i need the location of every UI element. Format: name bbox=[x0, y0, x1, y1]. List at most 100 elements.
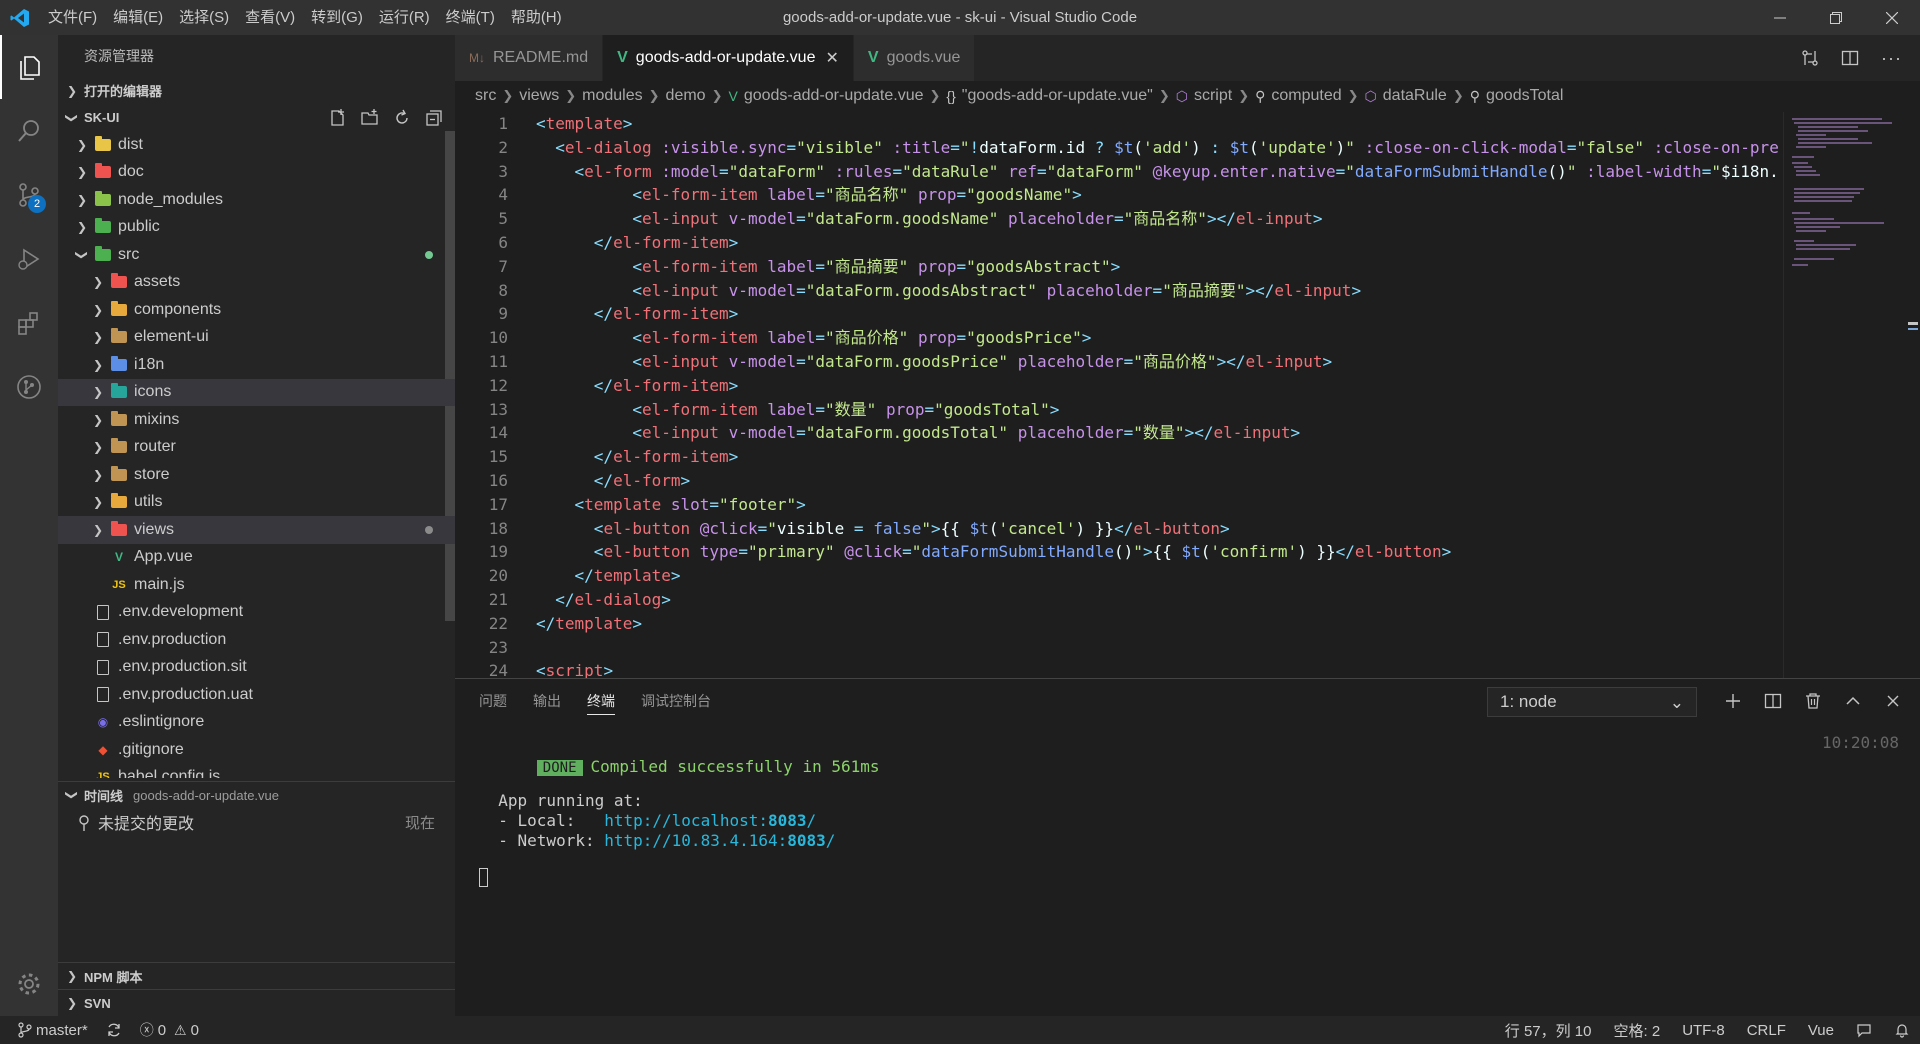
breadcrumb-item[interactable]: views bbox=[519, 87, 559, 105]
tab-readme[interactable]: M↓ README.md bbox=[455, 35, 604, 81]
breadcrumb-item[interactable]: computed bbox=[1271, 87, 1341, 105]
language-mode[interactable]: Vue bbox=[1808, 1022, 1834, 1039]
close-panel-icon[interactable] bbox=[1884, 692, 1902, 710]
tree-item[interactable]: ❯ icons bbox=[58, 378, 455, 406]
run-debug-icon[interactable] bbox=[0, 227, 58, 291]
settings-gear-icon[interactable] bbox=[0, 952, 58, 1016]
maximize-panel-icon[interactable] bbox=[1844, 692, 1862, 710]
tree-item[interactable]: .env.development bbox=[58, 599, 455, 627]
feedback-icon[interactable] bbox=[1856, 1022, 1872, 1038]
menu-selection[interactable]: 选择(S) bbox=[171, 0, 237, 35]
menu-go[interactable]: 转到(G) bbox=[303, 0, 371, 35]
tree-item[interactable]: .env.production.uat bbox=[58, 681, 455, 709]
tab-debug-console[interactable]: 调试控制台 bbox=[641, 679, 711, 723]
menu-run[interactable]: 运行(R) bbox=[371, 0, 438, 35]
explorer-icon[interactable] bbox=[0, 35, 58, 99]
terminal-output[interactable]: DONE Compiled successfully in 561ms 10:20… bbox=[479, 731, 1899, 887]
indentation[interactable]: 空格: 2 bbox=[1614, 1020, 1661, 1041]
tree-item[interactable]: ❯ public bbox=[58, 214, 455, 242]
encoding[interactable]: UTF-8 bbox=[1682, 1022, 1725, 1039]
tab-output[interactable]: 输出 bbox=[533, 679, 561, 723]
tree-item[interactable]: V App.vue bbox=[58, 544, 455, 572]
tree-item[interactable]: JS babel.config.js bbox=[58, 764, 455, 778]
code-token: placeholder bbox=[1008, 209, 1115, 229]
tree-item[interactable]: ❯ element-ui bbox=[58, 324, 455, 352]
compare-changes-icon[interactable] bbox=[1801, 49, 1819, 67]
restore-button[interactable] bbox=[1808, 0, 1864, 35]
tree-item[interactable]: .env.production bbox=[58, 626, 455, 654]
minimize-button[interactable] bbox=[1752, 0, 1808, 35]
chevron-right-icon: ❯ bbox=[1158, 88, 1170, 103]
tree-item[interactable]: ❯ node_modules bbox=[58, 186, 455, 214]
network-url[interactable]: http://10.83.4.164:8083/ bbox=[604, 831, 835, 850]
collapse-all-icon[interactable] bbox=[425, 109, 443, 127]
refresh-icon[interactable] bbox=[393, 109, 411, 127]
new-terminal-icon[interactable] bbox=[1724, 692, 1742, 710]
npm-scripts-section[interactable]: ❯ NPM 脚本 bbox=[58, 962, 455, 989]
close-window-button[interactable] bbox=[1864, 0, 1920, 35]
cursor-position[interactable]: 行 57，列 10 bbox=[1505, 1020, 1592, 1041]
extensions-icon[interactable] bbox=[0, 291, 58, 355]
menu-terminal[interactable]: 终端(T) bbox=[438, 0, 503, 35]
line-ending[interactable]: CRLF bbox=[1747, 1022, 1786, 1039]
project-section[interactable]: ❯ SK-UI bbox=[58, 104, 455, 131]
split-terminal-icon[interactable] bbox=[1764, 692, 1782, 710]
menu-edit[interactable]: 编辑(E) bbox=[105, 0, 171, 35]
breadcrumb-item[interactable]: "goods-add-or-update.vue" bbox=[962, 87, 1153, 105]
tree-item[interactable]: ◆ .gitignore bbox=[58, 736, 455, 764]
tree-item[interactable]: JS main.js bbox=[58, 571, 455, 599]
timeline-section[interactable]: ❯ 时间线 goods-add-or-update.vue bbox=[58, 781, 455, 808]
split-editor-icon[interactable] bbox=[1841, 49, 1859, 67]
close-icon[interactable]: ✕ bbox=[825, 48, 838, 68]
tree-item[interactable]: ◉ .eslintignore bbox=[58, 709, 455, 737]
menu-view[interactable]: 查看(V) bbox=[237, 0, 303, 35]
minimap[interactable] bbox=[1783, 112, 1905, 678]
tab-problems[interactable]: 问题 bbox=[479, 679, 507, 723]
tab-terminal[interactable]: 终端 bbox=[587, 679, 615, 723]
code-editor[interactable]: 1 <template> 2 <el-dialog :visible.sync="v… bbox=[455, 112, 1783, 678]
local-url[interactable]: http://localhost:8083/ bbox=[604, 811, 816, 830]
breadcrumb-item[interactable]: modules bbox=[582, 87, 642, 105]
breadcrumb-item[interactable]: goodsTotal bbox=[1486, 87, 1563, 105]
terminal-select[interactable]: 1: node ⌄ bbox=[1487, 687, 1697, 717]
tree-item[interactable]: ❯ store bbox=[58, 461, 455, 489]
menu-file[interactable]: 文件(F) bbox=[40, 0, 105, 35]
new-folder-icon[interactable] bbox=[361, 108, 379, 127]
tree-item[interactable]: ❯ src bbox=[58, 241, 455, 269]
svn-section[interactable]: ❯ SVN bbox=[58, 989, 455, 1016]
trash-icon[interactable] bbox=[1804, 692, 1822, 710]
tree-item[interactable]: ❯ utils bbox=[58, 489, 455, 517]
new-file-icon[interactable] bbox=[329, 108, 347, 127]
source-control-icon[interactable]: 2 bbox=[0, 163, 58, 227]
tree-item[interactable]: ❯ assets bbox=[58, 269, 455, 297]
breadcrumb-item[interactable]: script bbox=[1194, 87, 1232, 105]
branch-status[interactable]: master* bbox=[18, 1022, 88, 1039]
tree-item[interactable]: ❯ router bbox=[58, 434, 455, 462]
sync-button[interactable] bbox=[106, 1022, 122, 1038]
tree-item[interactable]: .env.production.sit bbox=[58, 654, 455, 682]
menu-help[interactable]: 帮助(H) bbox=[503, 0, 570, 35]
problems-status[interactable]: ⓧ 0 ⚠ 0 bbox=[140, 1020, 199, 1040]
search-icon[interactable] bbox=[0, 99, 58, 163]
bell-icon[interactable] bbox=[1894, 1022, 1910, 1038]
breadcrumb-item[interactable]: demo bbox=[666, 87, 706, 105]
open-editors-section[interactable]: ❯ 打开的编辑器 bbox=[58, 77, 455, 104]
breadcrumb-item[interactable]: goods-add-or-update.vue bbox=[744, 87, 924, 105]
tree-item[interactable]: ❯ i18n bbox=[58, 351, 455, 379]
breadcrumb-item[interactable]: dataRule bbox=[1383, 87, 1447, 105]
tab-goods[interactable]: V goods.vue bbox=[853, 35, 976, 81]
tab-goods-add-or-update[interactable]: V goods-add-or-update.vue ✕ bbox=[603, 35, 854, 81]
timeline-entry[interactable]: 未提交的更改 现在 bbox=[58, 808, 455, 836]
tree-item[interactable]: ❯ components bbox=[58, 296, 455, 324]
tree-item[interactable]: ❯ mixins bbox=[58, 406, 455, 434]
tree-item[interactable]: ❯ doc bbox=[58, 159, 455, 187]
folder-icon bbox=[110, 438, 128, 455]
tree-item[interactable]: ❯ dist bbox=[58, 131, 455, 159]
tree-item[interactable]: ❯ views bbox=[58, 516, 455, 544]
git-graph-icon[interactable] bbox=[0, 355, 58, 419]
breadcrumb-item[interactable]: src bbox=[475, 87, 496, 105]
more-actions-icon[interactable]: ··· bbox=[1881, 48, 1902, 69]
editor-scrollbar[interactable] bbox=[1905, 112, 1920, 678]
